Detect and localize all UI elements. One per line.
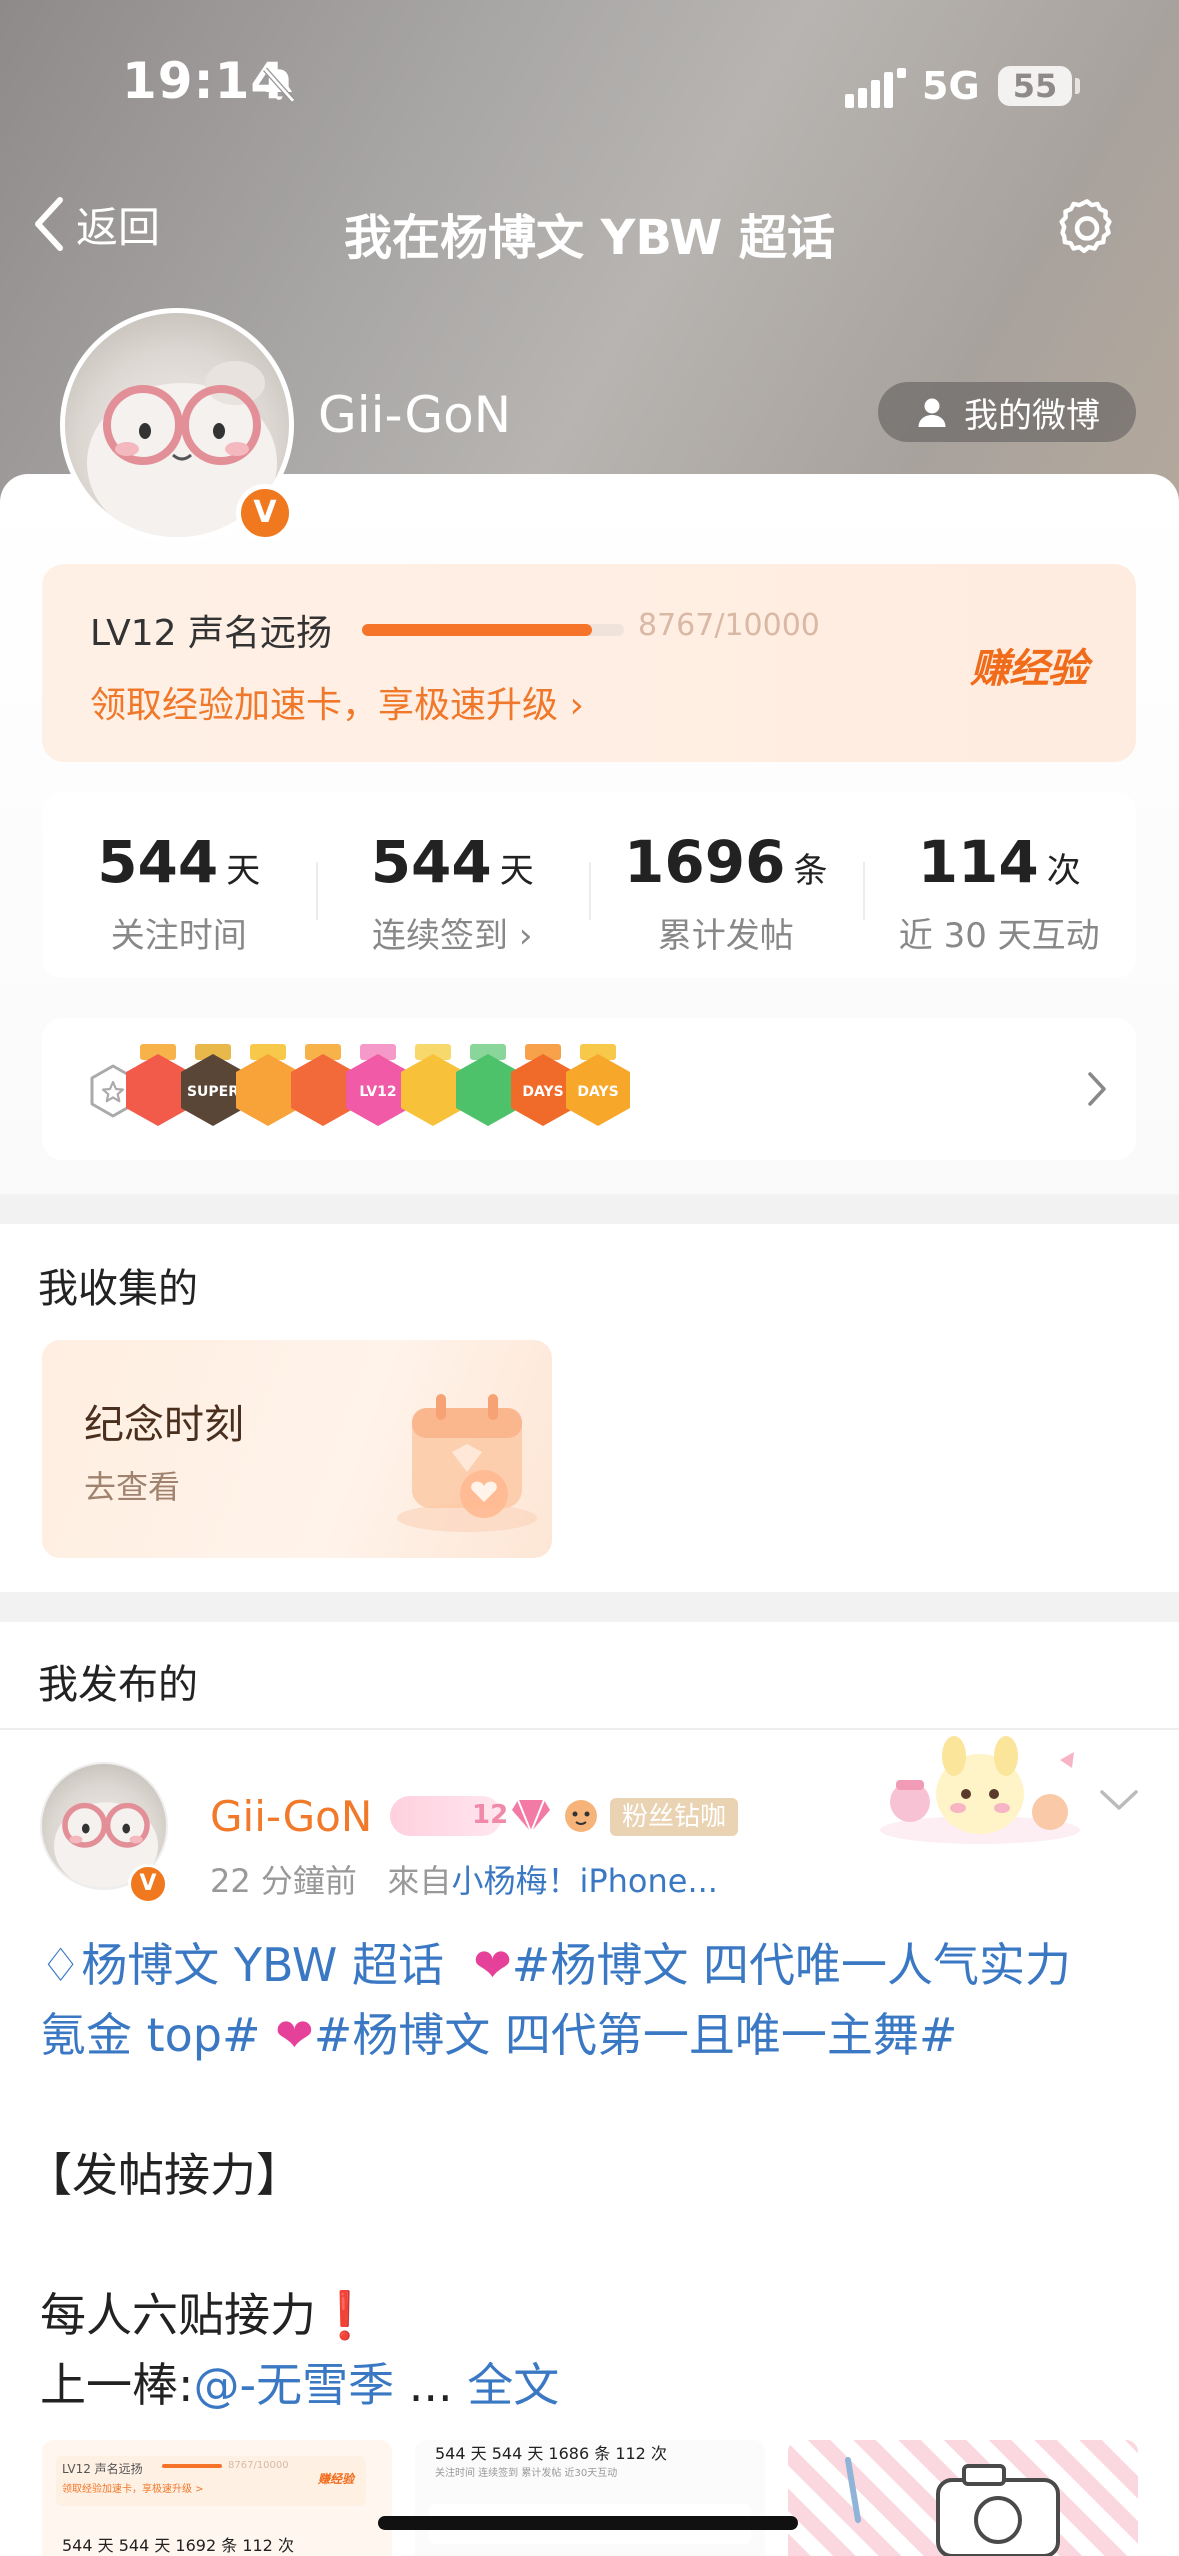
thumb-stats: 544 天 544 天 1686 条 112 次 [435, 2444, 667, 2463]
pet-badge-icon [565, 1800, 597, 1832]
my-weibo-label: 我的微博 [964, 395, 1100, 436]
calendar-icon [397, 1394, 537, 1532]
post-image-grid: LV12 声名远扬 8767/10000 领取经验加速卡，享极速升级 > 赚经验… [42, 2440, 1138, 2556]
thumb-stats: 544 天 544 天 1692 条 112 次 [62, 2536, 294, 2555]
memorial-title: 纪念时刻 [84, 1402, 244, 1448]
gear-icon[interactable] [1052, 194, 1122, 264]
level-progress-bar [362, 624, 624, 636]
collected-section-title: 我收集的 [38, 1266, 198, 1312]
stats-panel: 544 天 关注时间 544 天 连续签到 › 1696 条 累计发帖 114 次 近 … [42, 792, 1136, 978]
network-label: 5G [922, 64, 980, 108]
30-days-medal-icon: DAYS [562, 1044, 634, 1132]
medal-wall[interactable]: SUPER LV12 DAYS DAYS [42, 1018, 1136, 1160]
level-progress-fill [362, 624, 592, 636]
post-source[interactable]: 小杨梅！iPhone... [451, 1862, 718, 1900]
stat-unit: 天 [226, 851, 261, 891]
camera-sticker-icon [845, 2457, 1060, 2556]
post-line: 上一棒:@-无雪季 ... 全文 [40, 2350, 1150, 2420]
exclamation-icon: ❗ [316, 2288, 374, 2342]
post-image-3[interactable] [788, 2440, 1138, 2556]
level-title: LV12 声名远扬 [90, 613, 332, 654]
stat-value: 544 [370, 828, 492, 896]
hashtag-link[interactable]: #杨博文 四代唯一人气实力 [512, 1938, 1071, 1992]
stat-value: 1696 [624, 828, 786, 896]
nav-bar: 返回 我在杨博文 YBW 超话 [0, 180, 1179, 270]
stat-value: 544 [97, 828, 219, 896]
stat-unit: 条 [793, 851, 828, 891]
level-progress-text: 8767/10000 [638, 608, 820, 643]
thumb-earn-label: 赚经验 [318, 2472, 355, 2486]
post-body: ♢杨博文 YBW 超话 ❤#杨博文 四代唯一人气实力 氪金 top# ❤#杨博文… [26, 1930, 1150, 2420]
my-weibo-button[interactable]: 我的微博 [878, 382, 1136, 442]
chevron-right-icon[interactable] [1082, 1068, 1112, 1110]
battery-tip [1075, 78, 1080, 94]
post-line: ♢杨博文 YBW 超话 ❤#杨博文 四代唯一人气实力 [40, 1930, 1150, 2000]
post-image-2[interactable]: 544 天 544 天 1686 条 112 次 关注时间 连续签到 累计发帖 … [415, 2440, 765, 2556]
heart-icon: ❤ [473, 1938, 512, 1992]
page-title: 我在杨博文 YBW 超话 [343, 210, 836, 266]
fan-level-number: 12 [472, 1800, 509, 1830]
collected-section: 我收集的 纪念时刻 去查看 [0, 1224, 1179, 1592]
verified-badge-icon: V [236, 484, 294, 542]
level-card[interactable]: LV12 声名远扬 8767/10000 领取经验加速卡，享极速升级 › 赚经验 [42, 564, 1136, 762]
person-icon [918, 398, 946, 427]
medal-text: DAYS [577, 1084, 619, 1100]
stat-unit: 天 [499, 851, 534, 891]
stat-posts: 1696 条 累计发帖 [589, 792, 863, 978]
hashtag-link[interactable]: #杨博文 四代第一且唯一主舞# [314, 2008, 958, 2062]
mention-link[interactable]: @-无雪季 [194, 2358, 395, 2412]
bell-muted-icon [263, 67, 295, 103]
post-text-line: 【发帖接力】 [26, 2148, 302, 2202]
post-time: 22 分鐘前 [210, 1862, 357, 1900]
memorial-link: 去查看 [84, 1468, 181, 1506]
stat-label: 连续签到 › [372, 916, 533, 956]
stat-value: 114 [917, 828, 1039, 896]
boost-card-link[interactable]: 领取经验加速卡，享极速升级 › [90, 676, 584, 728]
home-indicator [378, 2516, 798, 2530]
post-from: 來自 [387, 1862, 452, 1900]
stat-checkin-days[interactable]: 544 天 连续签到 › [315, 792, 590, 978]
stat-interactions: 114 次 近 30 天互动 [862, 792, 1137, 978]
bunny-sticker-icon [880, 1736, 1080, 1844]
fan-tag: 粉丝钻咖 [610, 1798, 739, 1836]
post-line: 每人六贴接力❗ [40, 2280, 1150, 2350]
thumb-stat-labels: 关注时间 连续签到 累计发帖 近30天互动 [435, 2468, 618, 2479]
post-text: 每人六贴接力 [40, 2288, 316, 2342]
stat-label: 关注时间 [110, 916, 247, 956]
super-topic-icon: ♢ [40, 1938, 82, 1992]
post-text: 上一棒: [40, 2358, 194, 2412]
profile-username: Gii-GoN [318, 386, 512, 444]
earn-exp-button[interactable]: 赚经验 [970, 636, 1088, 694]
stat-label: 近 30 天互动 [898, 916, 1100, 956]
diamond-icon [512, 1799, 550, 1835]
signal-icon [845, 68, 906, 108]
thumb-progress-text: 8767/10000 [228, 2460, 289, 2471]
ellipsis-text: ... [394, 2358, 468, 2412]
super-topic-link[interactable]: 杨博文 YBW 超话 [81, 1938, 444, 1992]
stat-follow-days: 544 天 关注时间 [42, 792, 316, 978]
thumb-boost-text: 领取经验加速卡，享极速升级 > [62, 2484, 204, 2495]
medal-fade [972, 1038, 1032, 1138]
hashtag-link[interactable]: 氪金 top# [40, 2008, 261, 2062]
thumb-progress [162, 2464, 222, 2468]
profile-card: LV12 声名远扬 8767/10000 领取经验加速卡，享极速升级 › 赚经验… [0, 474, 1179, 1194]
posted-section-title: 我发布的 [38, 1662, 198, 1708]
memorial-moments-card[interactable]: 纪念时刻 去查看 [42, 1340, 552, 1558]
post-line: 氪金 top# ❤#杨博文 四代第一且唯一主舞# [40, 2000, 1150, 2070]
stat-label: 累计发帖 [657, 916, 794, 956]
post-verified-badge-icon: V [128, 1864, 168, 1904]
battery-icon: 55 [998, 66, 1072, 106]
post-username[interactable]: Gii-GoN [210, 1792, 372, 1841]
stat-unit: 次 [1046, 851, 1081, 891]
post-meta: 22 分鐘前 來自小杨梅！iPhone... [210, 1856, 718, 1902]
full-text-link[interactable]: 全文 [467, 2358, 559, 2412]
post-image-1[interactable]: LV12 声名远扬 8767/10000 领取经验加速卡，享极速升级 > 赚经验… [42, 2440, 392, 2556]
thumb-level-title: LV12 声名远扬 [62, 2462, 143, 2476]
status-bar: 19:14 5G 55 [0, 0, 1179, 150]
chevron-down-icon[interactable] [1098, 1786, 1140, 1816]
heart-icon: ❤ [275, 2008, 314, 2062]
